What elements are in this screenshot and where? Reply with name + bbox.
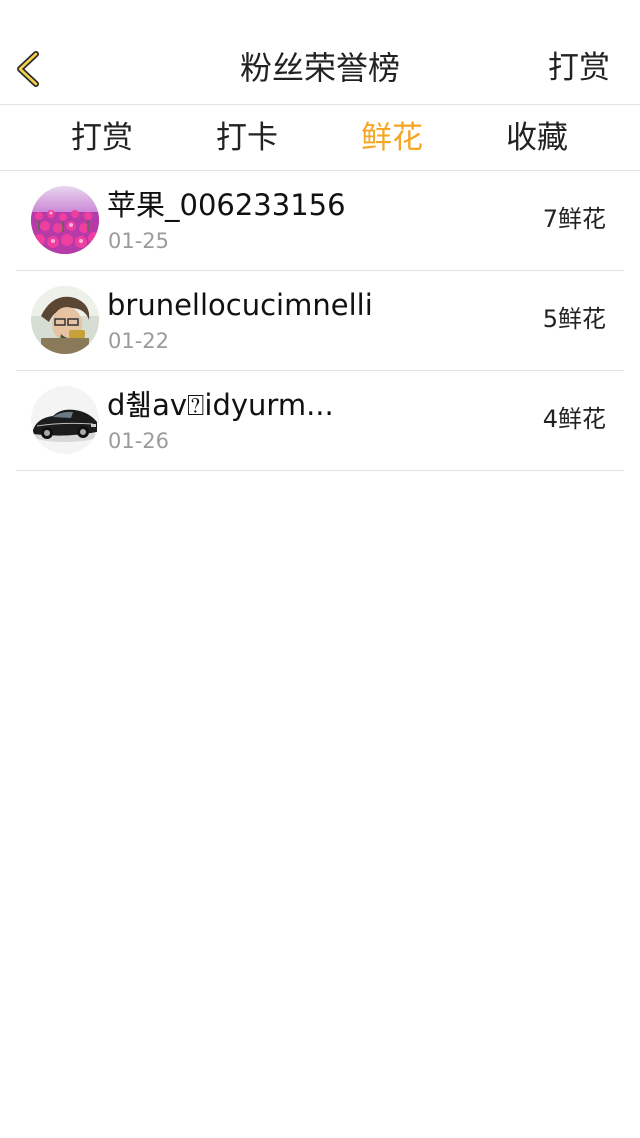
flowers-avatar[interactable]: [31, 186, 99, 254]
tab-flowers[interactable]: 鲜花: [361, 118, 423, 158]
list-item[interactable]: brunellocucimnelli 01-22 5鲜花: [16, 271, 624, 371]
tab-checkin[interactable]: 打卡: [216, 118, 278, 158]
car-avatar[interactable]: [31, 386, 99, 454]
list-item[interactable]: d췖av⍰idyurm... 01-26 4鲜花: [16, 371, 624, 471]
tab-bar: 打赏 打卡 鲜花 收藏: [0, 105, 640, 171]
item-date: 01-25: [108, 229, 170, 253]
flower-count: 5鲜花: [542, 305, 606, 333]
item-date: 01-22: [108, 329, 170, 353]
tab-reward[interactable]: 打赏: [71, 118, 133, 158]
item-date: 01-26: [108, 429, 170, 453]
user-name: d췖av⍰idyurm...: [107, 388, 334, 422]
person-avatar[interactable]: [31, 286, 99, 354]
back-button[interactable]: [12, 48, 52, 90]
fan-list: 苹果_006233156 01-25 7鲜花 brunellocucimnell: [16, 171, 624, 471]
page-title: 粉丝荣誉榜: [239, 49, 400, 87]
reward-button[interactable]: 打赏: [548, 48, 610, 88]
app-screen: 粉丝荣誉榜 打赏 打赏 打卡 鲜花 收藏 苹果_006233156 01-25 …: [0, 0, 640, 1138]
tab-favorites[interactable]: 收藏: [506, 118, 568, 158]
nav-header: 粉丝荣誉榜 打赏: [0, 0, 640, 105]
flower-count: 4鲜花: [542, 405, 606, 433]
flower-count: 7鲜花: [542, 205, 606, 233]
list-item[interactable]: 苹果_006233156 01-25 7鲜花: [16, 171, 624, 271]
user-name: 苹果_006233156: [107, 188, 346, 222]
user-name: brunellocucimnelli: [107, 288, 373, 322]
chevron-left-icon: [17, 51, 39, 87]
